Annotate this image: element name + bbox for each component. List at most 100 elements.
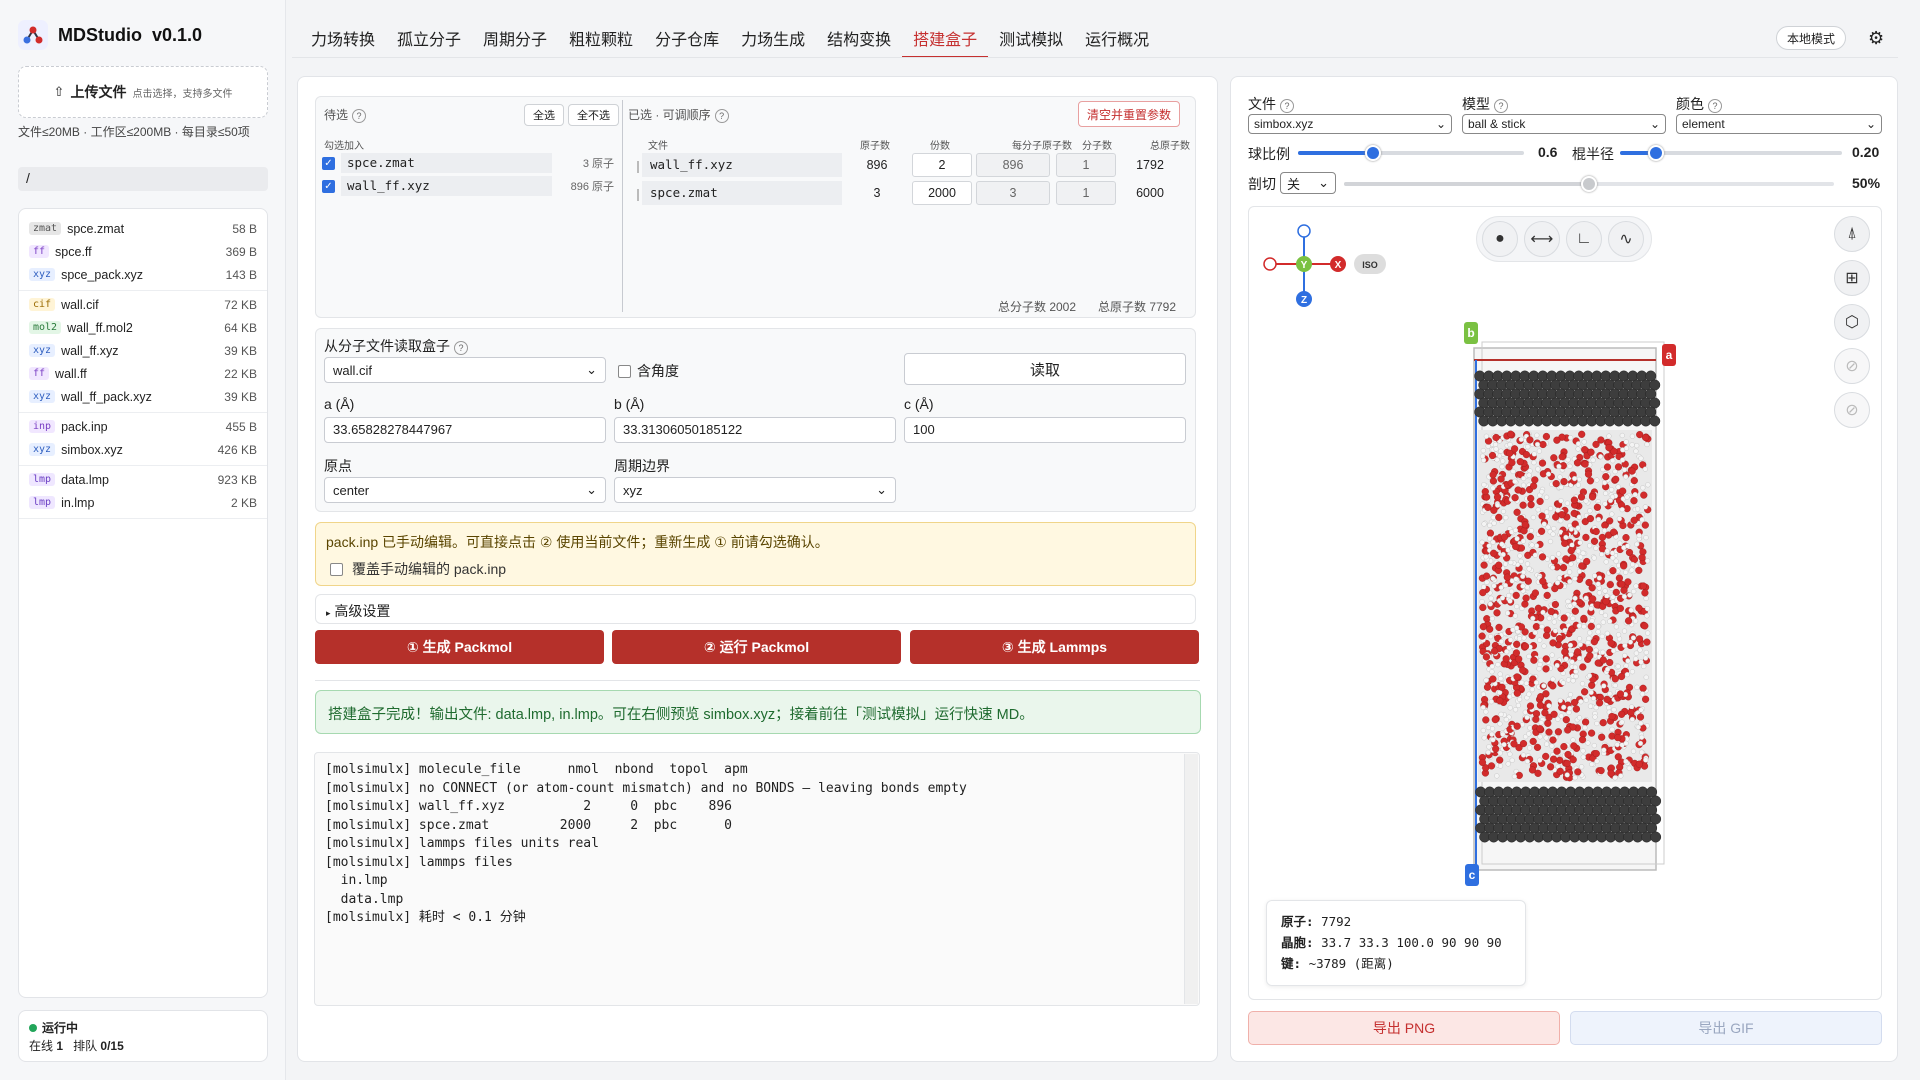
gear-icon[interactable]: ⚙ bbox=[1868, 28, 1884, 49]
measure-angle-icon[interactable]: ∟ bbox=[1566, 221, 1602, 257]
file-item[interactable]: xyz wall_ff.xyz 39 KB bbox=[19, 339, 267, 362]
file-item[interactable]: xyz wall_ff_pack.xyz 39 KB bbox=[19, 385, 267, 408]
export-gif-button[interactable]: 导出 GIF bbox=[1570, 1011, 1882, 1045]
b-input[interactable]: 33.31306050185122 bbox=[614, 417, 896, 443]
simulation-box-render[interactable]: b a c bbox=[1460, 318, 1700, 894]
file-item[interactable]: zmat spce.zmat 58 B bbox=[19, 217, 267, 240]
tab-item[interactable]: 搭建盒子 bbox=[902, 20, 989, 58]
run-packmol-button[interactable]: ② 运行 Packmol bbox=[612, 630, 901, 664]
oxygen-atom bbox=[1506, 430, 1515, 438]
pbc-select[interactable]: xyz ⌄ bbox=[614, 477, 896, 503]
a-input[interactable]: 33.65828278447967 bbox=[324, 417, 606, 443]
hydrogen-atom bbox=[1481, 521, 1487, 527]
viewer-color-select[interactable]: element ⌄ bbox=[1676, 114, 1882, 134]
hide-hidden-icon[interactable]: ⊘ bbox=[1834, 392, 1870, 428]
checkbox-checked-icon[interactable]: ✓ bbox=[322, 179, 335, 193]
row-copies-input[interactable]: 2 bbox=[912, 153, 972, 177]
tab-item[interactable]: 力场转换 bbox=[300, 20, 386, 58]
c-input[interactable]: 100 bbox=[904, 417, 1186, 443]
grid-icon[interactable]: ⊞ bbox=[1834, 260, 1870, 296]
select-atom-icon[interactable]: ● bbox=[1482, 221, 1518, 257]
hydrogen-atom bbox=[1588, 606, 1594, 612]
generate-lammps-button[interactable]: ③ 生成 Lammps bbox=[910, 630, 1199, 664]
axis-gizmo[interactable]: Y X Z ISO bbox=[1258, 222, 1428, 310]
oxygen-atom bbox=[1550, 454, 1558, 462]
upload-dropzone[interactable]: ⇧ 上传文件 点击选择，支持多文件 bbox=[18, 66, 268, 118]
oxygen-atom bbox=[1539, 577, 1547, 585]
measure-distance-icon[interactable]: ⟷ bbox=[1524, 221, 1560, 257]
file-item[interactable]: mol2 wall_ff.mol2 64 KB bbox=[19, 316, 267, 339]
generate-packmol-button[interactable]: ① 生成 Packmol bbox=[315, 630, 604, 664]
tab-item[interactable]: 测试模拟 bbox=[988, 20, 1074, 58]
hydrogen-atom bbox=[1529, 687, 1535, 693]
oxygen-atom bbox=[1549, 755, 1558, 763]
export-png-button[interactable]: 导出 PNG bbox=[1248, 1011, 1560, 1045]
checkbox-checked-icon[interactable]: ✓ bbox=[322, 156, 335, 170]
hydrogen-atom bbox=[1637, 647, 1643, 653]
hydrogen-atom bbox=[1639, 749, 1645, 755]
measure-dihedral-icon[interactable]: ∿ bbox=[1608, 221, 1644, 257]
override-checkbox[interactable]: 覆盖手动编辑的 pack.inp bbox=[330, 559, 506, 579]
hydrogen-atom bbox=[1610, 458, 1616, 464]
advanced-settings-toggle[interactable]: ▸ 高级设置 bbox=[315, 594, 1196, 624]
hydrogen-atom bbox=[1502, 561, 1509, 567]
hydrogen-atom bbox=[1480, 704, 1486, 711]
tab-item[interactable]: 粗粒颗粒 bbox=[558, 20, 644, 58]
clear-reset-button[interactable]: 清空并重置参数 bbox=[1078, 101, 1181, 127]
ball-scale-value: 0.6 bbox=[1538, 144, 1558, 160]
tab-item[interactable]: 孤立分子 bbox=[386, 20, 472, 58]
log-scrollbar[interactable] bbox=[1184, 754, 1198, 1004]
oxygen-atom bbox=[1592, 527, 1600, 536]
hydrogen-atom bbox=[1609, 726, 1615, 733]
hydrogen-atom bbox=[1550, 531, 1556, 537]
hide-bonds-icon[interactable]: ⊘ bbox=[1834, 348, 1870, 384]
tab-item[interactable]: 力场生成 bbox=[730, 20, 816, 58]
stick-radius-slider[interactable] bbox=[1620, 145, 1842, 161]
viewer-model-select[interactable]: ball & stick ⌄ bbox=[1462, 114, 1666, 134]
ball-scale-slider[interactable] bbox=[1298, 145, 1524, 161]
file-item[interactable]: lmp data.lmp 923 KB bbox=[19, 468, 267, 491]
file-item[interactable]: xyz spce_pack.xyz 143 B bbox=[19, 263, 267, 286]
row-copies-input[interactable]: 2000 bbox=[912, 181, 972, 205]
file-item[interactable]: lmp in.lmp 2 KB bbox=[19, 491, 267, 514]
log-output[interactable]: [molsimulx] molecule_file nmol nbond top… bbox=[314, 752, 1200, 1006]
oxygen-atom bbox=[1532, 623, 1541, 631]
angles-checkbox[interactable]: 含角度 bbox=[618, 361, 679, 381]
perspective-icon[interactable]: ⍋ bbox=[1834, 216, 1870, 252]
tab-item[interactable]: 运行概况 bbox=[1074, 20, 1160, 58]
origin-select[interactable]: center ⌄ bbox=[324, 477, 606, 503]
tab-item[interactable]: 结构变换 bbox=[816, 20, 902, 58]
hydrogen-atom bbox=[1537, 734, 1543, 740]
file-item[interactable]: cif wall.cif 72 KB bbox=[19, 293, 267, 316]
candidate-item[interactable]: ✓ spce.zmat 3 原子 bbox=[322, 152, 614, 174]
oxygen-atom bbox=[1512, 542, 1520, 551]
hydrogen-atom bbox=[1487, 601, 1493, 607]
candidate-item[interactable]: ✓ wall_ff.xyz 896 原子 bbox=[322, 175, 614, 197]
box-file-select[interactable]: wall.cif ⌄ bbox=[324, 357, 606, 383]
a-label: a (Å) bbox=[324, 396, 355, 412]
oxygen-atom bbox=[1526, 436, 1534, 444]
tab-item[interactable]: 周期分子 bbox=[472, 20, 558, 58]
viewer-file-select[interactable]: simbox.xyz ⌄ bbox=[1248, 114, 1452, 134]
file-item[interactable]: ff wall.ff 22 KB bbox=[19, 362, 267, 385]
hydrogen-atom bbox=[1578, 699, 1584, 705]
select-none-button[interactable]: 全不选 bbox=[568, 104, 619, 126]
cell-box-icon[interactable]: ⬡ bbox=[1834, 304, 1870, 340]
drag-handle-icon[interactable] bbox=[637, 161, 639, 173]
tab-item[interactable]: 分子仓库 bbox=[644, 20, 730, 58]
local-mode-button[interactable]: 本地模式 bbox=[1776, 26, 1847, 50]
oxygen-atom bbox=[1545, 728, 1553, 736]
file-item[interactable]: xyz simbox.xyz 426 KB bbox=[19, 438, 267, 461]
read-button[interactable]: 读取 bbox=[904, 353, 1186, 385]
current-path[interactable]: / bbox=[18, 167, 268, 191]
file-item[interactable]: ff spce.ff 369 B bbox=[19, 240, 267, 263]
oxygen-atom bbox=[1500, 533, 1509, 541]
hydrogen-atom bbox=[1488, 595, 1494, 601]
queue-label: 排队 bbox=[73, 1039, 98, 1053]
drag-handle-icon[interactable] bbox=[637, 189, 639, 201]
select-all-button[interactable]: 全选 bbox=[524, 104, 564, 126]
file-item[interactable]: inp pack.inp 455 B bbox=[19, 415, 267, 438]
clip-select[interactable]: 关 ⌄ bbox=[1280, 172, 1336, 194]
oxygen-atom bbox=[1635, 760, 1643, 768]
clip-slider[interactable] bbox=[1344, 176, 1834, 192]
